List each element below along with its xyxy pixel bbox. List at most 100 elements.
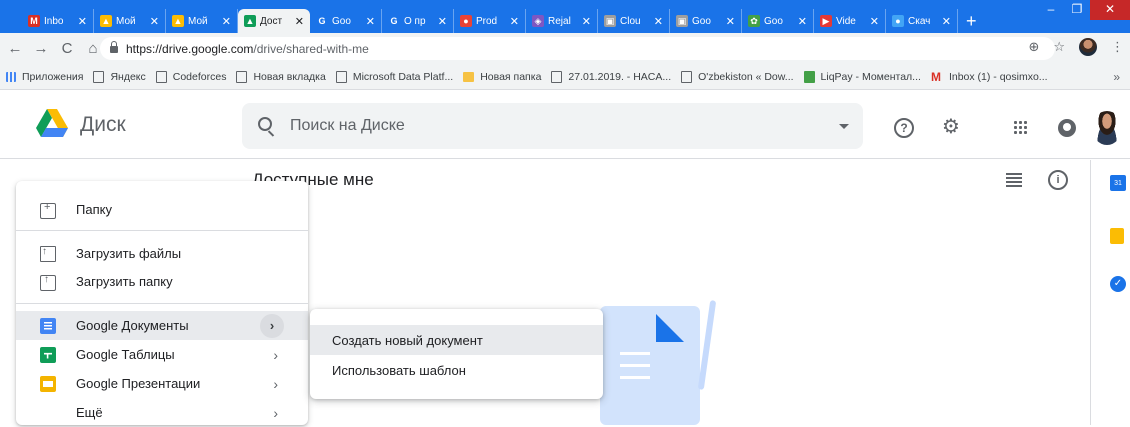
- bookmark-label: LiqPay - Моментал...: [820, 70, 921, 83]
- notifications-icon[interactable]: [1058, 119, 1076, 137]
- new-item-menu: Папку Загрузить файлы Загрузить папку Go…: [16, 181, 308, 425]
- bookmarks-overflow-icon[interactable]: »: [1113, 70, 1120, 84]
- keep-icon[interactable]: [1110, 228, 1124, 244]
- tab-title: Vide: [836, 15, 856, 27]
- chevron-right-icon[interactable]: ›: [260, 313, 284, 338]
- browser-tab[interactable]: ▣ Goo ✕: [670, 9, 742, 33]
- tab-close-icon[interactable]: ✕: [78, 15, 87, 28]
- bookmark-item[interactable]: Новая папка: [463, 71, 541, 83]
- window-controls: – ❐ ✕: [1038, 0, 1130, 20]
- bookmark-item[interactable]: M Inbox (1) - qosimxo...: [931, 71, 1048, 83]
- tab-close-icon[interactable]: ✕: [582, 15, 591, 28]
- menu-item-google-slides[interactable]: Google Презентации ›: [16, 369, 308, 398]
- submenu-item-label: Использовать шаблон: [332, 362, 466, 378]
- menu-item-folder[interactable]: Папку: [16, 195, 308, 224]
- new-tab-button[interactable]: +: [966, 9, 977, 33]
- browser-tab[interactable]: ● Prod ✕: [454, 9, 526, 33]
- submenu-item-use-template[interactable]: Использовать шаблон: [310, 355, 603, 385]
- search-input[interactable]: Поиск на Диске: [290, 117, 405, 135]
- browser-menu-icon[interactable]: ⋮: [1111, 39, 1124, 55]
- tasks-icon[interactable]: ✓: [1110, 276, 1126, 292]
- tab-close-icon[interactable]: ✕: [222, 15, 231, 28]
- bookmark-item[interactable]: Яндекс: [93, 70, 146, 83]
- tab-close-icon[interactable]: ✕: [798, 15, 807, 28]
- back-icon[interactable]: ←: [4, 40, 26, 57]
- bookmark-label: Новая вкладка: [253, 70, 326, 83]
- zoom-icon[interactable]: ⊕: [1028, 39, 1039, 55]
- gear-icon[interactable]: ⚙: [942, 117, 960, 137]
- bookmark-item[interactable]: Codeforces: [155, 70, 226, 83]
- forward-icon[interactable]: →: [30, 40, 52, 57]
- chevron-right-icon[interactable]: ›: [273, 376, 278, 392]
- menu-item-google-sheets[interactable]: Google Таблицы ›: [16, 340, 308, 369]
- illustration-pen: [697, 300, 717, 390]
- maximize-icon[interactable]: ❐: [1064, 0, 1090, 20]
- menu-item-upload-folder[interactable]: Загрузить папку: [16, 267, 308, 296]
- tab-close-icon[interactable]: ✕: [510, 15, 519, 28]
- tab-close-icon[interactable]: ✕: [870, 15, 879, 28]
- lock-icon[interactable]: [110, 41, 118, 53]
- menu-divider: [16, 230, 308, 231]
- avatar[interactable]: [1092, 111, 1122, 145]
- browser-tab[interactable]: ● Скач ✕: [886, 9, 958, 33]
- search-icon[interactable]: [258, 117, 272, 131]
- search-box[interactable]: Поиск на Диске: [242, 103, 863, 149]
- tab-close-icon[interactable]: ✕: [654, 15, 663, 28]
- drive-logo-icon[interactable]: [36, 109, 68, 137]
- info-icon[interactable]: i: [1048, 170, 1068, 190]
- bookmark-item[interactable]: Microsoft Data Platf...: [335, 70, 453, 83]
- search-options-icon[interactable]: [839, 124, 849, 129]
- tab-title: Inbo: [44, 15, 64, 27]
- submenu-item-new-document[interactable]: Создать новый документ: [310, 325, 603, 355]
- browser-tab[interactable]: ▲ Мой ✕: [94, 9, 166, 33]
- bookmark-item[interactable]: Приложения: [6, 71, 83, 83]
- upload-folder-icon: [40, 274, 56, 291]
- bookmark-item[interactable]: 27.01.2019. - HACA...: [551, 70, 671, 83]
- browser-tab[interactable]: G О пр ✕: [382, 9, 454, 33]
- browser-tab[interactable]: ✿ Goo ✕: [742, 9, 814, 33]
- tab-title: Мой: [188, 15, 208, 27]
- browser-tab[interactable]: G Goo ✕: [310, 9, 382, 33]
- minimize-icon[interactable]: –: [1038, 0, 1064, 20]
- url-text[interactable]: https://drive.google.com/drive/shared-wi…: [126, 42, 369, 56]
- bookmark-item[interactable]: Новая вкладка: [236, 70, 326, 83]
- gmail-icon: M: [930, 69, 941, 84]
- menu-item-upload-files[interactable]: Загрузить файлы: [16, 239, 308, 268]
- calendar-icon[interactable]: 31: [1110, 175, 1126, 191]
- chevron-right-icon[interactable]: ›: [273, 405, 278, 421]
- reload-icon[interactable]: C: [56, 40, 78, 57]
- browser-tab[interactable]: ◈ Rejal ✕: [526, 9, 598, 33]
- url-field[interactable]: https://drive.google.com/drive/shared-wi…: [100, 37, 1055, 60]
- page-icon: [236, 70, 248, 83]
- menu-item-google-docs[interactable]: Google Документы ›: [16, 311, 308, 340]
- bookmark-star-icon[interactable]: ☆: [1053, 39, 1065, 55]
- menu-item-label: Папку: [76, 202, 112, 217]
- menu-item-label: Google Презентации: [76, 376, 201, 391]
- tab-close-icon[interactable]: ✕: [726, 15, 735, 28]
- bookmark-item[interactable]: LiqPay - Моментал...: [803, 70, 921, 83]
- browser-tab[interactable]: M Inbo ✕: [22, 9, 94, 33]
- more-spacer: [40, 405, 56, 421]
- apps-grid-icon[interactable]: [1013, 120, 1027, 134]
- tab-close-icon[interactable]: ✕: [150, 15, 159, 28]
- profile-avatar[interactable]: [1079, 38, 1097, 56]
- menu-item-label: Google Таблицы: [76, 347, 175, 362]
- tab-title: Скач: [908, 15, 931, 27]
- browser-tab[interactable]: ▣ Clou ✕: [598, 9, 670, 33]
- tab-close-icon[interactable]: ✕: [438, 15, 447, 28]
- chevron-right-icon[interactable]: ›: [273, 347, 278, 363]
- browser-tab[interactable]: ▲ Дост ✕: [238, 9, 310, 33]
- bookmark-item[interactable]: O'zbekiston « Dow...: [681, 70, 794, 83]
- browser-tab[interactable]: ▲ Мой ✕: [166, 9, 238, 33]
- tab-close-icon[interactable]: ✕: [366, 15, 375, 28]
- close-window-icon[interactable]: ✕: [1090, 0, 1130, 20]
- drive-title[interactable]: Диск: [80, 113, 126, 137]
- help-icon[interactable]: ?: [894, 118, 914, 138]
- tab-close-icon[interactable]: ✕: [295, 15, 304, 28]
- list-view-icon[interactable]: [1006, 173, 1022, 187]
- tab-close-icon[interactable]: ✕: [942, 15, 951, 28]
- apps-icon: [6, 71, 16, 82]
- menu-item-more[interactable]: Ещё ›: [16, 398, 308, 427]
- browser-tab[interactable]: ▶ Vide ✕: [814, 9, 886, 33]
- browser-tab-strip: M Inbo ✕ ▲ Мой ✕ ▲ Мой ✕ ▲ Дост ✕ G Goo ✕ G О пр ✕ ● Prod ✕ ◈…: [0, 0, 1130, 33]
